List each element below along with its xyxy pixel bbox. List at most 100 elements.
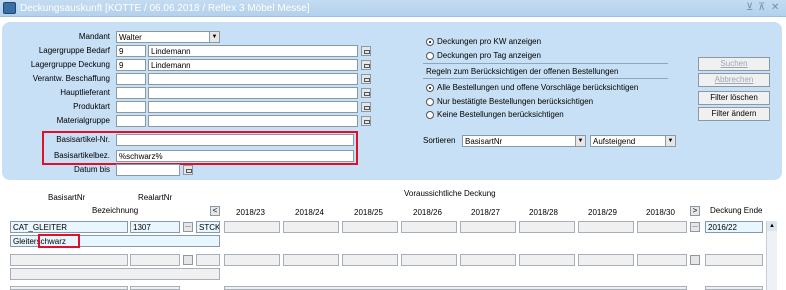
more-icon[interactable] [690, 255, 700, 265]
bezeichnung-part-a: Gleiter [13, 237, 37, 246]
cell-deckung-ende[interactable] [705, 254, 763, 266]
verantw-beschaffung-label: Verantw. Beschaffung [32, 74, 110, 83]
filter-loeschen-button[interactable]: Filter löschen [698, 91, 770, 105]
filter-aendern-button[interactable]: Filter ändern [698, 107, 770, 121]
highlight-box [38, 234, 80, 248]
sort-field-select[interactable]: BasisartNr ▼ [462, 135, 586, 147]
produktart-code[interactable] [116, 101, 146, 113]
lagergruppe-deckung-code[interactable]: 9 [116, 59, 146, 71]
cell-week [283, 221, 339, 233]
hauptlieferant-label: Hauptlieferant [60, 88, 110, 97]
rule-all-label: Alle Bestellungen und offene Vorschläge … [437, 83, 639, 92]
maximize-icon[interactable]: ⊼ [758, 2, 765, 13]
cell-bezeichnung[interactable] [10, 268, 220, 280]
abbrechen-button[interactable]: Abbrechen [698, 73, 770, 87]
cell-einheit[interactable] [196, 254, 220, 266]
cell-week [460, 221, 516, 233]
cell-realartnr[interactable] [130, 254, 180, 266]
col-week-4: 2018/26 [413, 208, 442, 217]
lov-icon[interactable] [361, 88, 371, 98]
chevron-down-icon: ▼ [575, 136, 585, 146]
verantw-beschaffung-code[interactable] [116, 73, 146, 85]
cell-week [224, 254, 280, 266]
lov-icon[interactable] [361, 60, 371, 70]
cell-basisartnr[interactable]: CAT_GLEITER [10, 221, 128, 233]
cell-einheit[interactable]: STCK [196, 221, 220, 233]
next-week-button[interactable]: > [690, 206, 700, 216]
datum-bis-input[interactable] [116, 164, 180, 176]
radio-deckung-tag[interactable] [426, 52, 434, 60]
radio-rule-none[interactable] [426, 111, 434, 119]
cell-week [224, 221, 280, 233]
window-title: Deckungsauskunft [KOTTE / 06.06.2018 / R… [20, 3, 310, 14]
vertical-scrollbar[interactable]: ▲ [766, 221, 777, 290]
scroll-up-icon[interactable]: ▲ [767, 221, 777, 231]
hauptlieferant-name[interactable] [148, 87, 358, 99]
cell-realartnr[interactable]: 1307 [130, 221, 180, 233]
cell-week [401, 221, 457, 233]
cell-basisartnr[interactable] [10, 286, 128, 290]
more-icon[interactable] [183, 255, 193, 265]
highlight-box [42, 131, 358, 165]
lagergruppe-deckung-name[interactable]: Lindemann [148, 59, 358, 71]
title-bar: Deckungsauskunft [KOTTE / 06.06.2018 / R… [0, 0, 786, 17]
cell-week [519, 221, 575, 233]
col-realartnr: RealartNr [138, 193, 173, 202]
col-week-3: 2018/25 [354, 208, 383, 217]
chevron-down-icon: ▼ [665, 136, 675, 146]
verantw-beschaffung-name[interactable] [148, 73, 358, 85]
divider [423, 63, 668, 64]
deckung-kw-label: Deckungen pro KW anzeigen [437, 37, 542, 46]
cell-week [637, 221, 687, 233]
sortieren-label: Sortieren [423, 136, 456, 145]
cell-week [401, 254, 457, 266]
radio-deckung-kw[interactable] [426, 38, 434, 46]
more-icon[interactable]: ... [690, 222, 700, 232]
mandant-select[interactable]: Walter ▼ [116, 31, 220, 43]
col-week-5: 2018/27 [471, 208, 500, 217]
col-bezeichnung: Bezeichnung [92, 206, 139, 215]
cell-realartnr[interactable] [130, 286, 180, 290]
lov-icon[interactable] [361, 74, 371, 84]
materialgruppe-label: Materialgruppe [56, 116, 110, 125]
cell-week [637, 254, 687, 266]
produktart-name[interactable] [148, 101, 358, 113]
calendar-icon[interactable] [183, 165, 193, 175]
col-week-2: 2018/24 [295, 208, 324, 217]
mandant-label: Mandant [78, 32, 110, 41]
cell-deckung-ende[interactable]: 2016/22 [705, 221, 763, 233]
materialgruppe-name[interactable] [148, 115, 358, 127]
prev-week-button[interactable]: < [210, 206, 220, 216]
lagergruppe-bedarf-label: Lagergruppe Bedarf [38, 46, 110, 55]
sort-order-value: Aufsteigend [593, 137, 636, 146]
cell-basisartnr[interactable] [10, 254, 128, 266]
cell-week [224, 286, 687, 290]
mandant-value: Walter [119, 33, 142, 42]
produktart-label: Produktart [73, 102, 110, 111]
lov-icon[interactable] [361, 46, 371, 56]
more-icon[interactable]: ... [183, 222, 193, 232]
datum-bis-label: Datum bis [73, 165, 110, 174]
cell-week [460, 254, 516, 266]
cell-week [578, 221, 634, 233]
radio-rule-all[interactable] [426, 84, 434, 92]
cell-week [342, 254, 398, 266]
lov-icon[interactable] [361, 116, 371, 126]
radio-rule-confirmed[interactable] [426, 98, 434, 106]
cell-deckung-ende[interactable] [705, 286, 763, 290]
suchen-button[interactable]: Suchen [698, 57, 770, 71]
lagergruppe-bedarf-code[interactable]: 9 [116, 45, 146, 57]
close-icon[interactable]: ✕ [771, 2, 779, 13]
col-voraussichtliche-deckung: Voraussichtliche Deckung [404, 189, 496, 198]
minimize-icon[interactable]: ⊻ [746, 2, 753, 13]
rule-confirmed-label: Nur bestätigte Bestellungen berücksichti… [437, 97, 594, 106]
lagergruppe-bedarf-name[interactable]: Lindemann [148, 45, 358, 57]
cell-week [342, 221, 398, 233]
materialgruppe-code[interactable] [116, 115, 146, 127]
sort-order-select[interactable]: Aufsteigend ▼ [590, 135, 676, 147]
hauptlieferant-code[interactable] [116, 87, 146, 99]
cell-week [519, 254, 575, 266]
chevron-down-icon: ▼ [209, 32, 219, 42]
col-week-6: 2018/28 [529, 208, 558, 217]
lov-icon[interactable] [361, 102, 371, 112]
